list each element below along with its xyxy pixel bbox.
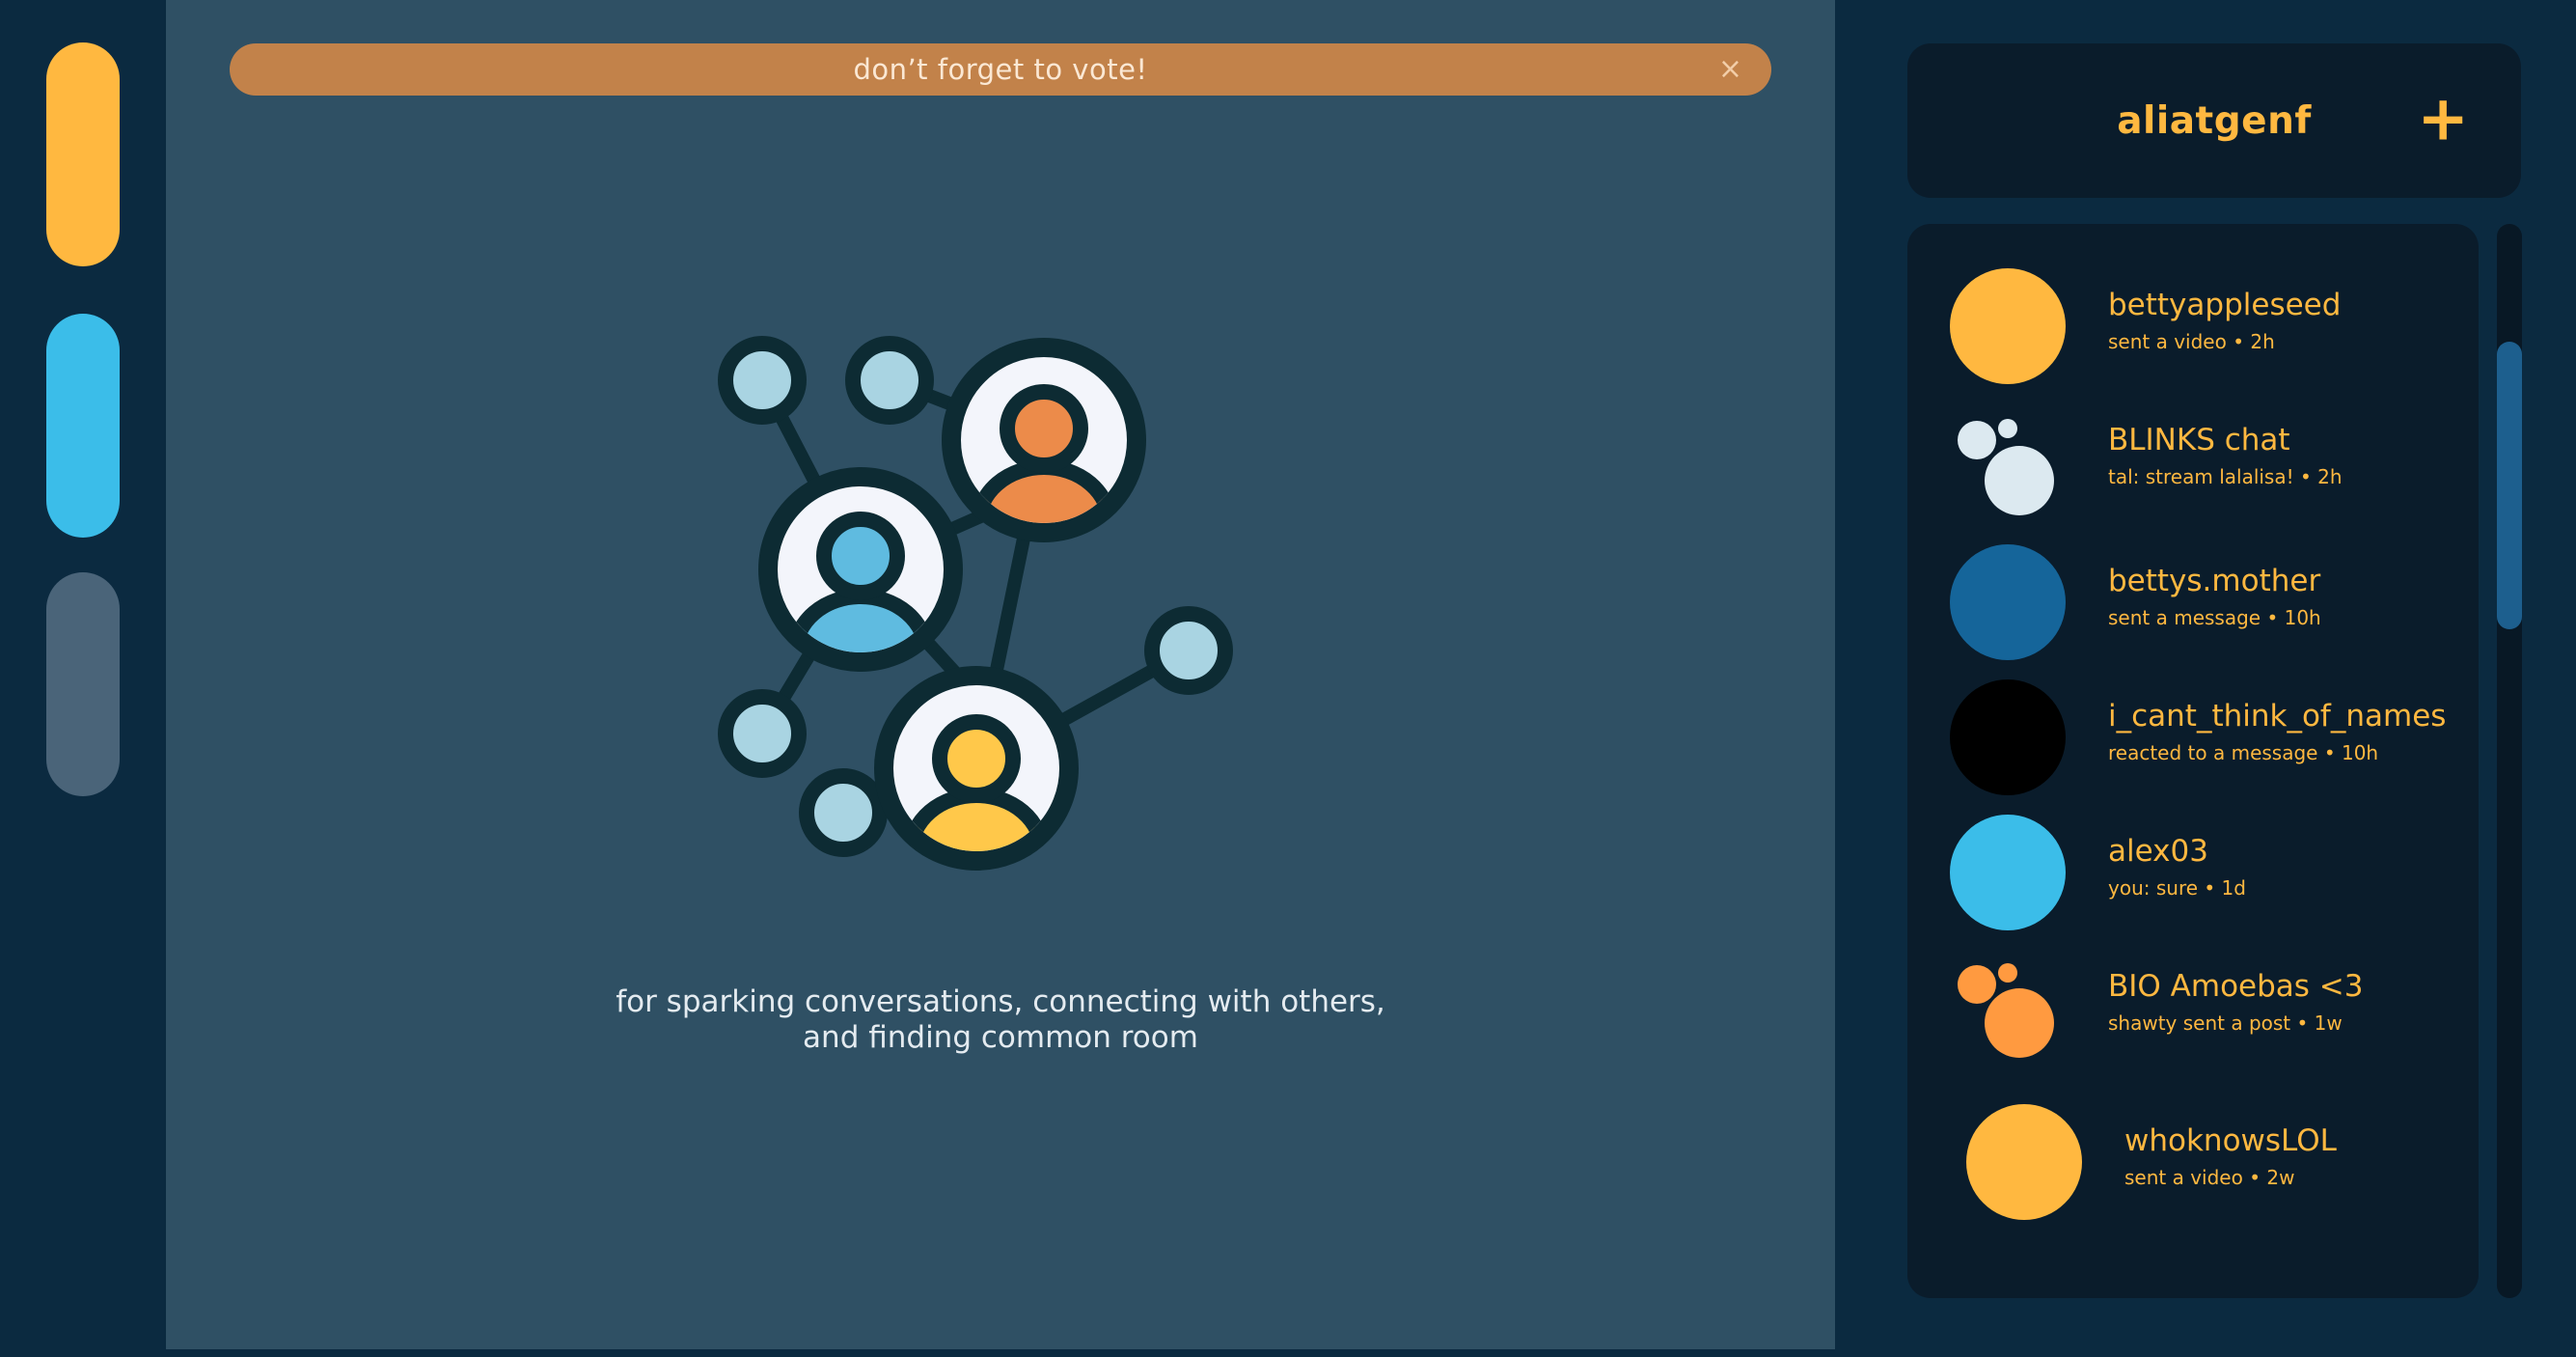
banner-text: don’t forget to vote! xyxy=(853,53,1148,86)
chat-name: BLINKS chat xyxy=(2108,423,2290,457)
left-rail xyxy=(0,0,166,1357)
chat-item-whoknowslol[interactable]: whoknowsLOL sent a video • 2w xyxy=(1907,1104,2479,1232)
chat-preview: you: sure • 1d xyxy=(2108,876,2246,900)
close-icon[interactable]: × xyxy=(1718,55,1742,84)
chat-item-alex03[interactable]: alex03 you: sure • 1d xyxy=(1907,815,2479,942)
chat-item-blinks-chat[interactable]: BLINKS chat tal: stream lalalisa! • 2h xyxy=(1907,403,2479,531)
chat-list: bettyappleseed sent a video • 2h BLINKS … xyxy=(1907,224,2479,1298)
avatar xyxy=(1950,544,2066,660)
avatar xyxy=(1950,268,2066,384)
people-network-icon xyxy=(718,336,1233,871)
chat-item-bettys-mother[interactable]: bettys.mother sent a message • 10h xyxy=(1907,544,2479,672)
chat-item-i-cant-think-of-names[interactable]: i_cant_think_of_names reacted to a messa… xyxy=(1907,679,2479,807)
group-avatar xyxy=(1950,946,2066,1062)
group-avatar xyxy=(1950,403,2066,519)
chat-name: alex03 xyxy=(2108,834,2208,869)
chat-preview: shawty sent a post • 1w xyxy=(2108,1011,2343,1035)
tagline: for sparking conversations, connecting w… xyxy=(422,984,1579,1056)
chat-name: BIO Amoebas <3 xyxy=(2108,969,2364,1004)
avatar xyxy=(1950,815,2066,930)
chat-name: bettyappleseed xyxy=(2108,288,2342,322)
chat-preview: sent a video • 2w xyxy=(2124,1166,2295,1189)
chat-preview: sent a video • 2h xyxy=(2108,330,2275,353)
chat-item-bio-amoebas[interactable]: BIO Amoebas <3 shawty sent a post • 1w xyxy=(1907,946,2479,1073)
scrollbar-thumb[interactable] xyxy=(2497,342,2522,629)
tagline-line-2: and finding common room xyxy=(803,1020,1198,1055)
chat-name: bettys.mother xyxy=(2108,564,2321,598)
chat-item-bettyappleseed[interactable]: bettyappleseed sent a video • 2h xyxy=(1907,268,2479,396)
chat-preview: tal: stream lalalisa! • 2h xyxy=(2108,465,2343,488)
app-window: don’t forget to vote! × for sparking con… xyxy=(0,0,2576,1357)
avatar xyxy=(1950,679,2066,795)
chat-preview: sent a message • 10h xyxy=(2108,606,2321,629)
blue-nav-pill[interactable] xyxy=(46,314,120,538)
chat-name: i_cant_think_of_names xyxy=(2108,699,2447,734)
tagline-line-1: for sparking conversations, connecting w… xyxy=(616,984,1385,1019)
chat-list-scrollbar[interactable] xyxy=(2497,224,2522,1298)
chat-preview: reacted to a message • 10h xyxy=(2108,741,2379,764)
profile-header: aliatgenf + xyxy=(1907,43,2521,198)
avatar xyxy=(1966,1104,2082,1220)
add-chat-button[interactable]: + xyxy=(2417,89,2469,151)
gray-nav-pill[interactable] xyxy=(46,572,120,796)
yellow-nav-pill[interactable] xyxy=(46,42,120,266)
chat-name: whoknowsLOL xyxy=(2124,1123,2337,1158)
vote-banner: don’t forget to vote! × xyxy=(230,43,1771,96)
main-panel: don’t forget to vote! × for sparking con… xyxy=(166,0,1835,1349)
